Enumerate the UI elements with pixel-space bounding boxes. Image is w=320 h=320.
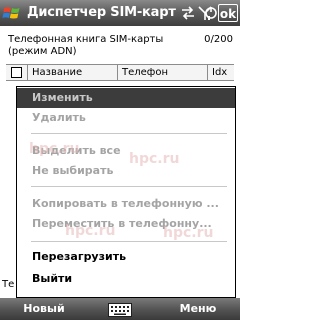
column-header-phone[interactable]: Телефон bbox=[117, 65, 207, 80]
menu-item-move-to-phone[interactable]: Переместить в телефонну... bbox=[17, 214, 235, 234]
column-header-idx[interactable]: Idx bbox=[207, 65, 234, 80]
menu-item-delete[interactable]: Удалить bbox=[17, 108, 235, 128]
soft-key-bar: Новый Меню bbox=[0, 298, 240, 320]
column-header-name[interactable]: Название bbox=[27, 65, 117, 80]
menu-item-deselect[interactable]: Не выбирать bbox=[17, 161, 235, 181]
window-title: Диспетчер SIM-карт bbox=[27, 5, 176, 20]
menu-separator bbox=[31, 133, 227, 134]
new-softkey[interactable]: Новый bbox=[14, 298, 74, 320]
list-header: Название Телефон Idx bbox=[6, 64, 234, 81]
status-text: Те bbox=[2, 279, 15, 290]
menu-item-exit[interactable]: Выйти bbox=[17, 269, 235, 289]
keyboard-icon[interactable] bbox=[108, 302, 132, 317]
screen: Диспетчер SIM-карт ok Телефонная книга S… bbox=[0, 0, 240, 320]
menu-item-reload[interactable]: Перезагрузить bbox=[17, 247, 235, 267]
title-bar: Диспетчер SIM-карт ok bbox=[0, 0, 240, 26]
windows-start-icon[interactable] bbox=[2, 3, 22, 23]
menu-separator bbox=[31, 186, 227, 187]
phonebook-title: Телефонная книга SIM-карты (режим ADN) bbox=[8, 34, 164, 57]
menu-softkey[interactable]: Меню bbox=[168, 298, 228, 320]
ok-button[interactable]: ok bbox=[218, 4, 238, 22]
volume-icon[interactable] bbox=[204, 4, 218, 22]
menu-item-edit[interactable]: Изменить bbox=[17, 88, 235, 108]
menu-item-select-all[interactable]: Выделить все bbox=[17, 141, 235, 161]
context-menu: Изменить Удалить Выделить все Не выбират… bbox=[16, 86, 236, 298]
select-all-checkbox[interactable] bbox=[11, 67, 22, 78]
menu-item-copy-to-phone[interactable]: Копировать в телефонную ... bbox=[17, 194, 235, 214]
record-count: 0/200 bbox=[204, 34, 233, 45]
menu-separator bbox=[31, 241, 227, 242]
connectivity-icon[interactable] bbox=[180, 4, 196, 22]
